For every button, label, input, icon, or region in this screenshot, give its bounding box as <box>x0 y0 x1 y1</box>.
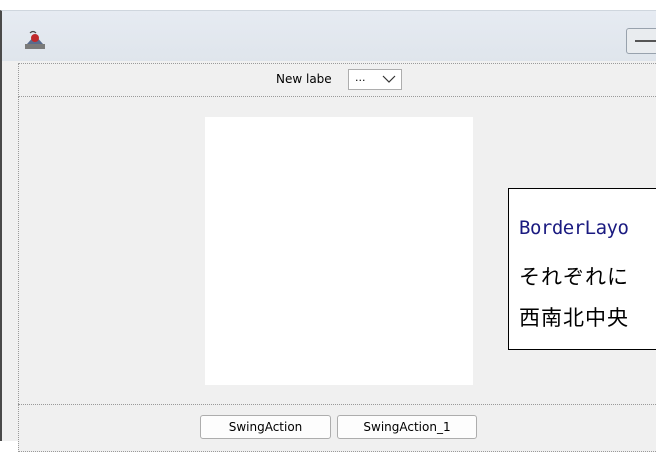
south-panel: SwingAction SwingAction_1 <box>18 404 656 452</box>
callout-line-2: 西南北中央 <box>519 306 629 330</box>
north-label: New labe <box>276 72 332 86</box>
title-bar[interactable] <box>2 11 656 61</box>
chevron-down-icon[interactable] <box>381 72 397 86</box>
callout-box: BorderLayo それぞれに 西南北中央 <box>508 188 656 350</box>
swing-action-1-button[interactable]: SwingAction_1 <box>337 415 477 439</box>
center-panel <box>205 117 473 385</box>
combo-box[interactable]: ... <box>348 69 402 90</box>
north-panel: New labe ... <box>18 63 656 97</box>
minimize-button[interactable] <box>626 28 656 54</box>
combo-value: ... <box>355 71 366 84</box>
minimize-icon <box>635 40 656 42</box>
callout-title: BorderLayo <box>519 217 629 239</box>
java-cup-icon <box>24 30 46 50</box>
callout-line-1: それぞれに <box>519 265 629 289</box>
swing-action-button[interactable]: SwingAction <box>200 415 331 439</box>
